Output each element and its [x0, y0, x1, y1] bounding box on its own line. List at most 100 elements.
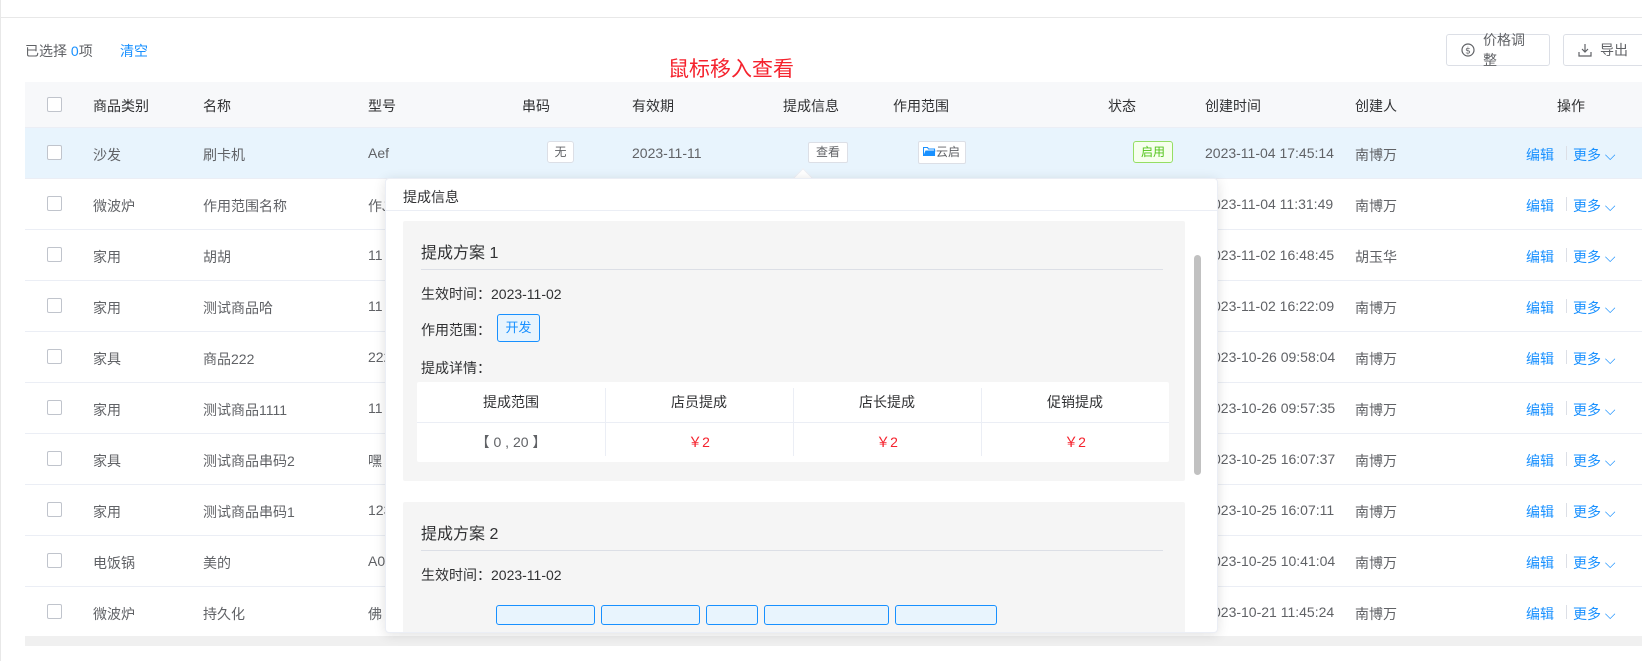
cell-model: 佛 [368, 606, 382, 622]
edit-link[interactable]: 编辑 [1526, 298, 1554, 318]
row-checkbox[interactable] [47, 298, 62, 313]
row-checkbox[interactable] [47, 604, 62, 619]
commission-plan-card: 提成方案 1 生效时间：2023-11-02 作用范围： 开发 提成详情： 提成… [403, 221, 1185, 481]
more-dropdown[interactable]: 更多 ⌵ [1573, 247, 1616, 267]
plan-scope-tag [706, 605, 758, 625]
popover-scroll-area[interactable]: 提成方案 1 生效时间：2023-11-02 作用范围： 开发 提成详情： 提成… [386, 211, 1217, 632]
action-separator [1566, 503, 1567, 517]
popover-scrollbar[interactable] [1194, 255, 1201, 475]
cell-created: 2023-11-04 17:45:14 [1205, 145, 1334, 161]
export-button[interactable]: 导出 [1563, 34, 1642, 66]
chevron-down-icon: ⌵ [1604, 606, 1616, 622]
plan-title: 提成方案 1 [421, 245, 499, 262]
select-all-checkbox[interactable] [47, 97, 62, 112]
dollar-circle-icon: $ [1461, 43, 1475, 57]
cell-created: 023-11-04 11:31:49 [1213, 196, 1334, 212]
cell-model: Aef [368, 145, 390, 161]
table-row[interactable]: 沙发 刷卡机 Aef 无 2023-11-11 查看 云启 启用 2023-11… [25, 128, 1642, 179]
row-checkbox[interactable] [47, 553, 62, 568]
cell-creator: 南博万 [1355, 198, 1397, 214]
more-dropdown[interactable]: 更多 ⌵ [1573, 400, 1616, 420]
commission-td-clerk: ￥2 [688, 434, 710, 450]
row-checkbox[interactable] [47, 349, 62, 364]
export-label: 导出 [1600, 42, 1628, 58]
more-dropdown[interactable]: 更多 ⌵ [1573, 298, 1616, 318]
serial-tag: 无 [547, 141, 574, 163]
commission-th-clerk: 店员提成 [671, 394, 727, 410]
commission-th-manager: 店长提成 [859, 394, 915, 410]
cell-model: 嘿 [368, 453, 382, 469]
cell-category: 微波炉 [93, 606, 135, 622]
more-dropdown[interactable]: 更多 ⌵ [1573, 145, 1616, 165]
chevron-down-icon: ⌵ [1604, 198, 1616, 214]
plan-scope-tag [895, 605, 997, 625]
cell-name: 测试商品1111 [203, 402, 288, 418]
selection-count: 0 [70, 43, 79, 59]
cell-name: 测试商品串码1 [203, 504, 295, 520]
more-dropdown[interactable]: 更多 ⌵ [1573, 553, 1616, 573]
edit-link[interactable]: 编辑 [1526, 451, 1554, 471]
chevron-down-icon: ⌵ [1604, 504, 1616, 520]
commission-td-promo: ￥2 [1064, 434, 1086, 450]
more-label: 更多 [1573, 300, 1601, 316]
col-serial: 串码 [522, 98, 550, 114]
cell-category: 家用 [93, 300, 121, 316]
price-adjust-button[interactable]: $ 价格调整 [1446, 32, 1550, 68]
clear-selection-link[interactable]: 清空 [120, 41, 148, 61]
more-label: 更多 [1573, 606, 1601, 622]
action-separator [1566, 452, 1567, 466]
plan-scope-label: 作用范围： [421, 322, 491, 338]
edit-link[interactable]: 编辑 [1526, 196, 1554, 216]
edit-link[interactable]: 编辑 [1526, 349, 1554, 369]
cell-category: 家具 [93, 453, 121, 469]
more-dropdown[interactable]: 更多 ⌵ [1573, 451, 1616, 471]
row-checkbox[interactable] [47, 196, 62, 211]
top-divider [0, 17, 1642, 18]
col-valid: 有效期 [632, 98, 674, 114]
row-checkbox[interactable] [47, 145, 62, 160]
edit-link[interactable]: 编辑 [1526, 553, 1554, 573]
cell-model: 11 [368, 400, 383, 416]
selection-prefix: 已选择 [25, 43, 71, 59]
row-checkbox[interactable] [47, 247, 62, 262]
horizontal-scrollbar[interactable] [25, 636, 1642, 646]
row-checkbox[interactable] [47, 502, 62, 517]
cell-category: 微波炉 [93, 198, 135, 214]
view-commission-button[interactable]: 查看 [808, 142, 848, 163]
more-dropdown[interactable]: 更多 ⌵ [1573, 196, 1616, 216]
edit-link[interactable]: 编辑 [1526, 400, 1554, 420]
edit-link[interactable]: 编辑 [1526, 247, 1554, 267]
cell-created: 023-10-25 16:07:11 [1213, 502, 1335, 518]
edit-link[interactable]: 编辑 [1526, 604, 1554, 624]
cell-creator: 南博万 [1355, 402, 1397, 418]
col-model: 型号 [368, 98, 396, 114]
more-label: 更多 [1573, 198, 1601, 214]
more-label: 更多 [1573, 147, 1601, 163]
commission-td-range: 【 0 , 20 】 [475, 434, 547, 450]
edit-link[interactable]: 编辑 [1526, 502, 1554, 522]
price-adjust-label: 价格调整 [1483, 32, 1525, 68]
effective-label: 生效时间： [421, 286, 491, 302]
cell-category: 电饭锅 [93, 555, 135, 571]
cell-name: 刷卡机 [203, 147, 245, 163]
edit-link[interactable]: 编辑 [1526, 145, 1554, 165]
cell-creator: 南博万 [1355, 300, 1397, 316]
plan-title: 提成方案 2 [421, 526, 499, 543]
more-dropdown[interactable]: 更多 ⌵ [1573, 604, 1616, 624]
selection-info: 已选择 0项 [25, 41, 93, 61]
effective-date: 2023-11-02 [491, 567, 562, 583]
cell-creator: 胡玉华 [1355, 249, 1397, 265]
more-dropdown[interactable]: 更多 ⌵ [1573, 349, 1616, 369]
more-label: 更多 [1573, 453, 1601, 469]
row-checkbox[interactable] [47, 451, 62, 466]
table-header: 商品类别 名称 型号 串码 有效期 提成信息 作用范围 状态 创建时间 创建人 … [25, 82, 1642, 128]
more-dropdown[interactable]: 更多 ⌵ [1573, 502, 1616, 522]
cell-created: 023-10-25 10:41:04 [1213, 553, 1336, 569]
selection-suffix: 项 [78, 43, 93, 59]
cell-name: 美的 [203, 555, 231, 571]
row-checkbox[interactable] [47, 400, 62, 415]
col-actions: 操作 [1557, 98, 1585, 114]
download-icon [1578, 43, 1592, 57]
action-separator [1566, 146, 1567, 160]
more-label: 更多 [1573, 351, 1601, 367]
